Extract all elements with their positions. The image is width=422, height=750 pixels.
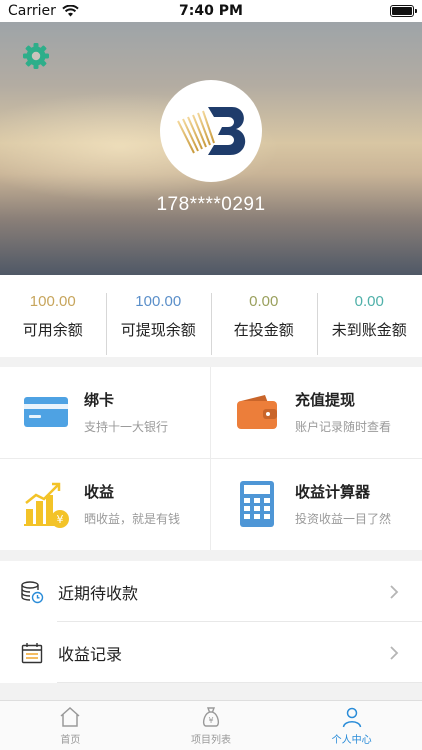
feature-recharge-withdraw[interactable]: 充值提现 账户记录随时查看	[211, 367, 422, 459]
money-bag-icon: ¥	[202, 707, 220, 727]
stat-value: 100.00	[29, 292, 76, 310]
list-item-label: 收益记录	[58, 644, 123, 664]
svg-text:¥: ¥	[57, 513, 64, 526]
feature-title: 绑卡	[84, 391, 115, 410]
coins-clock-icon	[21, 580, 44, 603]
feature-title: 收益计算器	[295, 483, 371, 502]
list-item-earnings-record[interactable]: 收益记录	[0, 622, 422, 683]
stat-invested-amount[interactable]: 0.00 在投金额	[211, 285, 317, 355]
stat-withdrawable-balance[interactable]: 100.00 可提现余额	[105, 285, 212, 355]
battery-icon	[390, 5, 417, 17]
tab-label: 项目列表	[191, 735, 231, 746]
feature-subtitle: 支持十一大银行	[84, 420, 169, 435]
svg-text:¥: ¥	[208, 716, 213, 725]
chevron-right-icon	[390, 584, 399, 599]
feature-earnings[interactable]: ¥ 收益 晒收益，就是有钱	[0, 458, 211, 550]
tab-project-list[interactable]: ¥ 项目列表	[141, 701, 282, 750]
stat-label: 可用余额	[22, 320, 83, 339]
feature-subtitle: 账户记录随时查看	[295, 420, 392, 435]
tab-label: 首页	[60, 735, 81, 746]
stat-value: 100.00	[135, 292, 182, 310]
feature-subtitle: 晒收益，就是有钱	[84, 512, 181, 527]
person-icon	[342, 707, 361, 728]
stat-available-balance[interactable]: 100.00 可用余额	[0, 285, 106, 347]
menu-list: 近期待收款 收益记录	[0, 561, 422, 683]
balance-stats: 100.00 可用余额 100.00 可提现余额 0.00 在投金额 0.00 …	[0, 275, 422, 357]
stat-label: 在投金额	[233, 320, 294, 339]
feature-bind-card[interactable]: 绑卡 支持十一大银行	[0, 367, 211, 459]
list-item-label: 近期待收款	[58, 583, 139, 603]
stat-label: 可提现余额	[120, 320, 196, 339]
tab-bar: 首页 ¥ 项目列表 个人中心	[0, 700, 422, 750]
stat-pending-amount[interactable]: 0.00 未到账金额	[316, 285, 422, 355]
tab-label: 个人中心	[331, 735, 372, 746]
avatar[interactable]	[160, 80, 262, 182]
carrier-label: Carrier	[8, 3, 56, 19]
phone-number: 178****0291	[156, 194, 266, 215]
stat-label: 未到账金额	[331, 320, 407, 339]
tab-personal-center[interactable]: 个人中心	[281, 701, 422, 750]
bank-card-icon	[24, 397, 68, 428]
feature-earnings-calculator[interactable]: 收益计算器 投资收益一目了然	[211, 459, 422, 551]
gear-icon[interactable]	[22, 42, 50, 70]
stat-value: 0.00	[249, 292, 279, 310]
tab-home[interactable]: 首页	[0, 701, 141, 750]
earnings-chart-icon: ¥	[24, 483, 69, 529]
calculator-icon	[240, 481, 274, 528]
feature-title: 收益	[84, 483, 115, 502]
feature-grid: 绑卡 支持十一大银行 充值提现 账户记录随时查看 ¥ 收益 晒收益，就是有钱 收…	[0, 367, 422, 550]
calendar-icon	[21, 642, 43, 663]
brand-logo-icon	[177, 107, 246, 155]
profile-header: 178****0291	[0, 22, 422, 275]
wifi-icon	[62, 5, 79, 17]
list-item-upcoming-receivables[interactable]: 近期待收款	[0, 561, 422, 622]
wallet-icon	[237, 395, 277, 430]
chevron-right-icon	[390, 645, 399, 660]
home-icon	[60, 706, 80, 727]
status-bar: Carrier 7:40 PM	[0, 0, 422, 22]
status-left: Carrier	[8, 3, 79, 19]
stat-value: 0.00	[354, 292, 384, 310]
feature-title: 充值提现	[295, 391, 356, 410]
feature-subtitle: 投资收益一目了然	[295, 512, 392, 527]
